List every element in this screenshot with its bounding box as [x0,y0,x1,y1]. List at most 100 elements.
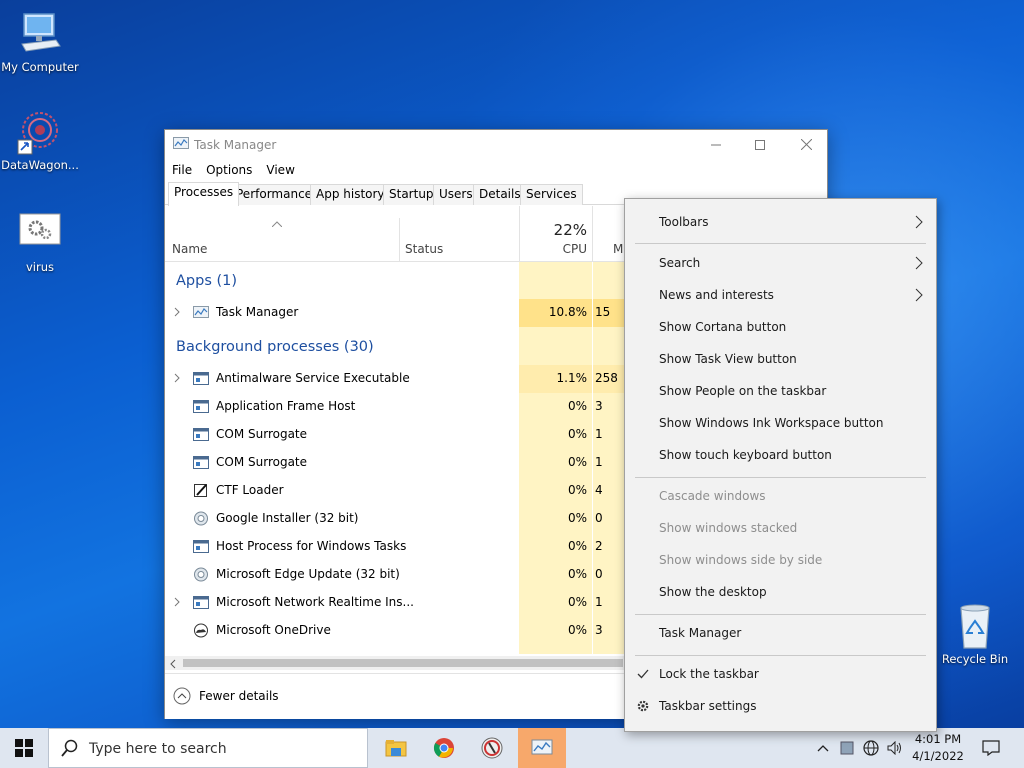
menu-item-lock-taskbar[interactable]: Lock the taskbar [625,659,936,691]
task-manager-taskbar-button[interactable] [518,728,566,768]
menu-item-label: Task Manager [659,626,742,640]
menu-item-label: Cascade windows [659,489,766,503]
chrome-button[interactable] [420,728,468,768]
menu-item-show-cortana-button[interactable]: Show Cortana button [625,312,936,344]
desktop-icon-my-computer[interactable]: My Computer [0,10,80,74]
service-window-icon [193,399,209,414]
menu-file[interactable]: File [172,163,192,177]
menu-item-show-ink-workspace[interactable]: Show Windows Ink Workspace button [625,408,936,440]
scroll-left-icon[interactable] [169,658,177,672]
menu-separator [635,614,926,615]
process-name: Host Process for Windows Tasks [216,539,407,553]
menu-item-label: News and interests [659,288,774,302]
process-cpu: 0% [567,623,587,637]
menu-item-task-manager[interactable]: Task Manager [625,618,936,650]
scrollbar-thumb[interactable] [183,659,623,667]
chevron-up-icon [817,745,829,752]
network-button[interactable] [860,728,882,768]
chevron-right-icon[interactable] [173,597,183,607]
volume-button[interactable] [884,728,906,768]
chevron-right-icon[interactable] [173,307,183,317]
menu-item-label: Lock the taskbar [659,667,759,681]
title-bar[interactable]: Task Manager [165,130,827,159]
search-input[interactable]: Type here to search [48,728,368,768]
tab-performance[interactable]: Performance [230,184,319,205]
speaker-icon [887,741,901,755]
menu-item-cascade-windows: Cascade windows [625,481,936,513]
menu-item-show-touch-keyboard[interactable]: Show touch keyboard button [625,440,936,472]
column-status[interactable]: Status [405,242,443,256]
menu-options[interactable]: Options [206,163,252,177]
process-name: Antimalware Service Executable [216,371,410,385]
app-button[interactable] [468,728,516,768]
process-name: Google Installer (32 bit) [216,511,359,525]
chevron-right-icon[interactable] [173,373,183,383]
menu-item-show-task-view-button[interactable]: Show Task View button [625,344,936,376]
menu-item-label: Show touch keyboard button [659,448,832,462]
notifications-button[interactable] [978,728,1004,768]
taskbar[interactable]: Type here to search 4:01 PM 4/1/2022 [0,728,1024,768]
process-cpu: 10.8% [548,305,587,319]
process-cpu: 0% [567,455,587,469]
group-apps: Apps (1) [176,273,238,289]
column-memory[interactable]: M [613,242,623,256]
menu-separator [635,655,926,656]
globe-icon [863,740,879,756]
tab-app-history[interactable]: App history [310,184,391,205]
clock[interactable]: 4:01 PM 4/1/2022 [906,731,970,765]
file-explorer-button[interactable] [372,728,420,768]
cpu-total-percent: 22% [553,221,587,239]
desktop-icon-label: virus [25,260,54,274]
gear-icon [636,699,650,713]
menu-separator [635,477,926,478]
tab-services[interactable]: Services [520,184,583,205]
column-separator [519,206,520,262]
chevron-right-icon [914,288,924,302]
task-manager-icon [531,739,553,755]
desktop-icon-label: Recycle Bin [941,652,1009,666]
service-window-icon [193,455,209,470]
show-hidden-icons-button[interactable] [812,728,834,768]
tab-startup[interactable]: Startup [383,184,440,205]
menu-item-label: Show Task View button [659,352,797,366]
datawagon-icon [16,108,64,156]
tab-processes[interactable]: Processes [168,182,240,206]
chevron-up-circle-icon[interactable] [173,687,191,708]
menu-item-windows-stacked: Show windows stacked [625,513,936,545]
desktop-icon-virus[interactable]: virus [0,210,80,274]
minimize-button[interactable] [693,130,739,159]
chevron-right-icon [914,256,924,270]
desktop-icon-recycle-bin[interactable]: Recycle Bin [935,602,1015,666]
maximize-button[interactable] [737,130,783,159]
task-manager-icon [193,305,209,320]
tab-details[interactable]: Details [473,184,527,205]
desktop-icon-datawagon[interactable]: DataWagon... [0,108,80,172]
column-name[interactable]: Name [172,242,207,256]
menu-item-toolbars[interactable]: Toolbars [625,207,936,239]
menu-view[interactable]: View [266,163,294,177]
tab-users[interactable]: Users [433,184,479,205]
start-button[interactable] [0,728,48,768]
cloud-icon [193,623,209,638]
close-button[interactable] [783,130,829,159]
menu-item-show-desktop[interactable]: Show the desktop [625,577,936,609]
column-cpu[interactable]: CPU [519,242,587,256]
taskbar-context-menu: Toolbars Search News and interests Show … [624,198,937,732]
column-separator [592,206,593,262]
menu-item-taskbar-settings[interactable]: Taskbar settings [625,691,936,723]
process-name: Task Manager [216,305,299,319]
tray-app-button[interactable] [836,728,858,768]
menu-item-label: Show Windows Ink Workspace button [659,416,884,430]
sort-up-icon [271,216,283,230]
tray-app-icon [840,741,854,755]
pen-icon [193,483,209,498]
process-cpu: 1.1% [556,371,588,385]
menu-item-search[interactable]: Search [625,248,936,280]
menu-item-label: Show windows side by side [659,553,823,567]
search-placeholder: Type here to search [89,741,227,757]
menu-item-news-and-interests[interactable]: News and interests [625,280,936,312]
menu-item-show-people[interactable]: Show People on the taskbar [625,376,936,408]
fewer-details-link[interactable]: Fewer details [199,689,279,703]
installer-icon [193,567,209,582]
chrome-icon [433,738,454,758]
